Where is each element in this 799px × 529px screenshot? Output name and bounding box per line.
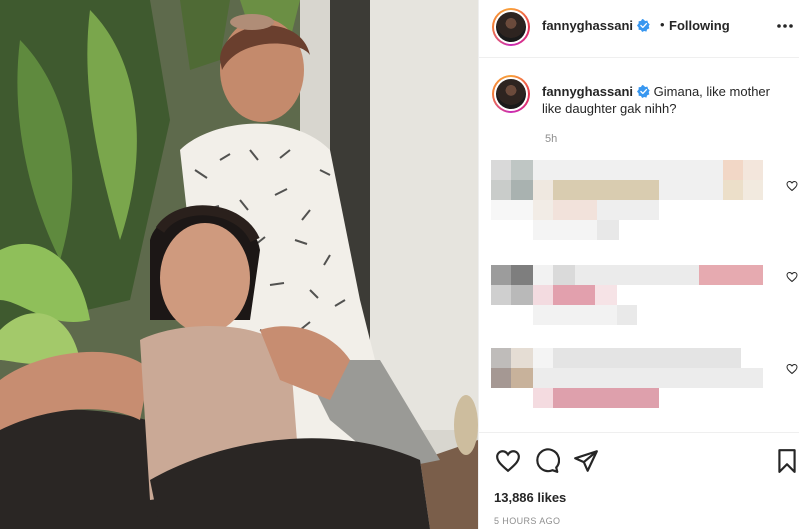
header-username[interactable]: fannyghassani bbox=[542, 18, 650, 33]
bookmark-icon[interactable] bbox=[774, 448, 799, 474]
comments-list bbox=[479, 150, 799, 430]
caption-avatar[interactable] bbox=[492, 75, 530, 113]
comment-like-heart-icon[interactable] bbox=[786, 271, 798, 283]
blurred-comments bbox=[491, 160, 763, 408]
comment-like-heart-icon[interactable] bbox=[786, 180, 798, 192]
heart-icon[interactable] bbox=[495, 448, 521, 474]
verified-badge-icon bbox=[637, 19, 650, 32]
caption-username-text[interactable]: fannyghassani bbox=[542, 84, 633, 99]
post-details-panel: fannyghassani • Following fannyghassani … bbox=[478, 0, 799, 529]
comment-icon[interactable] bbox=[534, 448, 560, 474]
caption-username[interactable]: fannyghassani bbox=[542, 84, 650, 99]
post-photo-illustration bbox=[0, 0, 478, 529]
likes-count[interactable]: 13,886 likes bbox=[494, 490, 566, 505]
comment-like-heart-icon[interactable] bbox=[786, 363, 798, 375]
post-header: fannyghassani • Following bbox=[479, 0, 799, 58]
username-text[interactable]: fannyghassani bbox=[542, 18, 633, 33]
post-photo[interactable] bbox=[0, 0, 478, 529]
posted-time: 5 HOURS AGO bbox=[494, 516, 561, 526]
avatar[interactable] bbox=[492, 8, 530, 46]
share-icon[interactable] bbox=[573, 448, 599, 474]
post-caption: fannyghassani Gimana, like mother like d… bbox=[542, 83, 782, 117]
more-horizontal-icon[interactable] bbox=[777, 16, 793, 36]
caption-timestamp: 5h bbox=[545, 133, 558, 145]
separator-dot: • bbox=[660, 17, 665, 32]
verified-badge-icon bbox=[637, 85, 650, 98]
following-button[interactable]: Following bbox=[669, 18, 730, 33]
post-action-bar bbox=[479, 432, 799, 529]
